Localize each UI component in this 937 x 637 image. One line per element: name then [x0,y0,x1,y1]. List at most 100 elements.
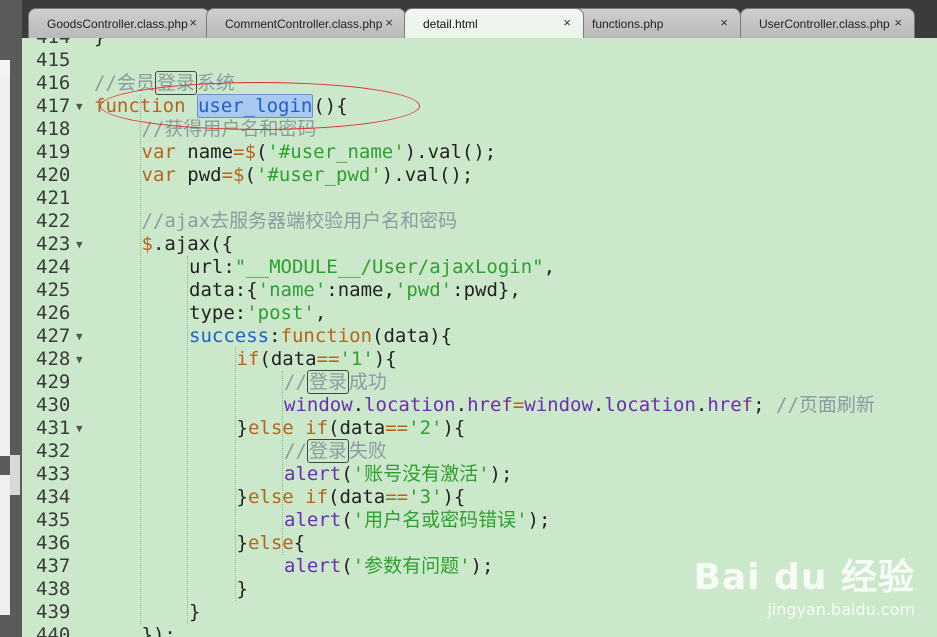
code-line[interactable]: //登录 成功 [284,370,387,394]
code-token: . [695,394,708,416]
line-number-gutter: 414415416417▼418419420421422423▼42442542… [22,38,92,637]
code-line[interactable]: alert('账号没有激活'); [284,463,512,486]
code-token: var [141,141,188,163]
fold-arrow-icon[interactable]: ▼ [76,95,83,118]
code-token: '#user_pwd' [255,164,382,186]
close-icon[interactable]: × [189,15,197,30]
left-panel-block [0,475,10,615]
line-number: 436 [36,532,71,554]
close-icon[interactable]: × [385,15,393,30]
line-number: 415 [36,49,71,71]
code-token: // [284,371,307,393]
tab-goodscontroller-class-php[interactable]: GoodsController.class.php × [28,8,210,38]
fold-arrow-icon[interactable]: ▼ [76,348,83,371]
code-line[interactable]: } [189,601,200,624]
code-line[interactable]: alert('用户名或密码错误'); [284,509,550,532]
code-token: } [236,417,248,439]
code-token: href [707,394,754,416]
code-token: = [221,164,234,186]
left-panel-scrollbar[interactable] [10,455,20,495]
code-token: } [236,532,248,554]
code-line[interactable]: var name=$('#user_name').val(); [142,141,497,164]
code-token: $ [244,141,256,163]
line-number: 435 [36,509,71,531]
code-line[interactable]: if(data=='1'){ [237,348,397,371]
code-token: '#user_name' [267,141,405,163]
left-panel-block [0,76,10,456]
code-line[interactable]: //会员 登录 系统 [94,71,235,95]
tab-detail-html[interactable]: detail.html × [404,8,584,38]
code-token: }); [141,624,176,637]
code-line[interactable]: } [237,578,248,601]
code-token: function [280,325,373,347]
line-number: 429 [36,371,71,393]
tab-label: functions.php [592,17,664,31]
line-number: 424 [36,256,71,278]
code-line[interactable]: function user_login(){ [94,94,348,118]
line-number: 438 [36,578,71,600]
code-line[interactable]: }else if(data=='2'){ [237,417,466,440]
tab-label: GoodsController.class.php [47,17,188,31]
code-line[interactable]: window.location.href=window.location.hre… [284,394,875,417]
close-icon[interactable]: × [720,15,728,30]
code-token: ; [753,394,776,416]
code-token: window [284,394,353,416]
fold-arrow-icon[interactable]: ▼ [76,325,83,348]
code-line[interactable]: alert('参数有问题'); [284,555,493,578]
code-token: { [293,532,306,554]
tab-commentcontroller-class-php[interactable]: CommentController.class.php × [206,8,406,38]
code-token: ( [255,141,268,163]
code-token: , [543,256,556,278]
code-line[interactable]: //ajax去服务器端校验用户名和密码 [142,210,458,233]
code-token: //获得用户名和密码 [141,118,317,140]
code-line[interactable]: type:'post', [189,302,326,325]
code-token: . [352,394,365,416]
code-token: //会员 [94,72,155,94]
code-token: if [236,348,260,370]
code-token: alert [284,555,342,577]
code-token: user_login [196,94,314,118]
code-token: '账号没有激活' [352,463,490,485]
code-line[interactable]: var pwd=$('#user_pwd').val(); [142,164,474,187]
code-token: : [269,325,281,347]
code-token: '用户名或密码错误' [352,509,528,531]
code-line[interactable]: success:function(data){ [189,325,452,348]
left-panel-strip [0,0,22,637]
code-token: 'pwd' [394,279,453,301]
code-line[interactable]: $.ajax({ [142,233,234,256]
code-line[interactable]: } [94,38,105,49]
code-line[interactable]: //登录 失败 [284,439,387,463]
watermark-url: jingyan.baidu.com [767,600,915,619]
code-token: else [247,532,294,554]
code-token: . [455,394,468,416]
code-token: ); [527,509,551,531]
code-line[interactable]: url:"__MODULE__/User/ajaxLogin", [189,256,555,279]
tab-usercontroller-class-php[interactable]: UserController.class.php × [740,8,915,38]
tab-label: UserController.class.php [759,17,890,31]
code-line[interactable]: //获得用户名和密码 [142,118,317,141]
tab-functions-php[interactable]: functions.php × [573,8,741,38]
line-number: 426 [36,302,71,324]
code-token: //页面刷新 [776,394,875,416]
close-icon[interactable]: × [563,15,571,30]
code-line[interactable]: }else{ [237,532,306,555]
code-editor[interactable]: 414415416417▼418419420421422423▼42442542… [22,38,937,637]
fold-arrow-icon[interactable]: ▼ [76,417,83,440]
code-token: 登录 [154,71,197,95]
indent-guide [282,371,283,555]
code-token: window [524,394,593,416]
tab-bar: GoodsController.class.php × CommentControl… [22,0,937,39]
code-token: '3' [408,486,443,508]
code-token: alert [284,509,342,531]
code-line[interactable]: }else if(data=='3'){ [237,486,466,509]
code-line[interactable]: data:{'name':name,'pwd':pwd}, [189,279,521,302]
code-token: 系统 [196,72,235,94]
code-token: = [233,141,245,163]
code-token: // [284,440,307,462]
code-line[interactable]: }); [142,624,176,637]
watermark-brand: Bai du 经验 [693,557,915,598]
code-token: (data [259,348,317,370]
code-token: location [604,394,696,416]
fold-arrow-icon[interactable]: ▼ [76,233,83,256]
close-icon[interactable]: × [894,15,902,30]
